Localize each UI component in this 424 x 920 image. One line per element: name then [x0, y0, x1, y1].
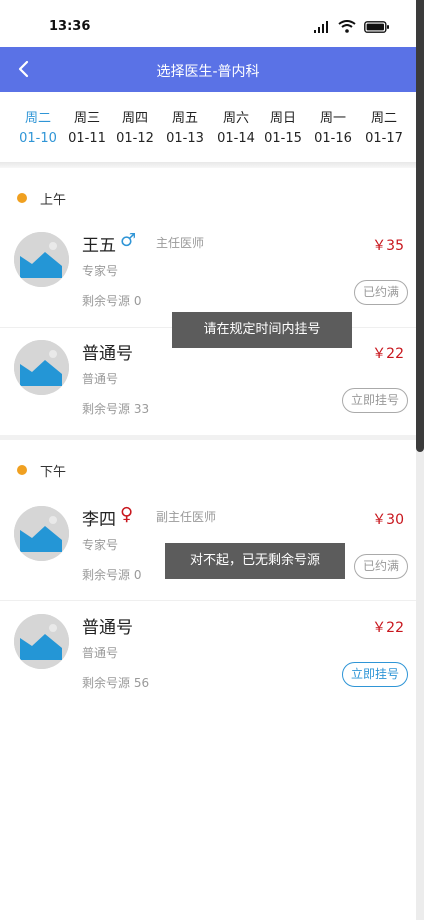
- signal-icon: [314, 20, 328, 33]
- register-button[interactable]: 立即挂号: [341, 662, 408, 687]
- price: ￥22: [372, 346, 404, 362]
- remaining-slots: 剩余号源 56: [82, 676, 150, 690]
- doctor-name: 王五: [82, 236, 116, 256]
- date-weekday: 周三: [73, 111, 100, 126]
- remaining-slots: 剩余号源 0: [82, 294, 142, 308]
- date-weekday: 周五: [171, 111, 198, 126]
- image-placeholder-icon: [14, 506, 69, 561]
- ticket-type: 专家号: [82, 538, 119, 552]
- nav-bar: 选择医生-普内科: [0, 47, 416, 92]
- date-weekday: 周四: [121, 111, 148, 126]
- status-icons: [314, 20, 390, 33]
- status-time: 13:36: [49, 19, 91, 34]
- date-weekday: 周二: [24, 111, 51, 126]
- date-tab[interactable]: 周二 01-10: [13, 110, 63, 148]
- female-icon: ♀: [120, 504, 134, 525]
- divider: [0, 600, 416, 601]
- date-day: 01-13: [166, 131, 204, 146]
- date-tab[interactable]: 周一 01-16: [308, 110, 358, 148]
- doctor-name: 李四: [82, 510, 116, 530]
- avatar: [14, 614, 69, 669]
- date-tab[interactable]: 周三 01-11: [62, 110, 112, 148]
- toast-message: 请在规定时间内挂号: [172, 312, 352, 348]
- wifi-icon: [338, 20, 356, 33]
- date-strip: 周二 01-10 周三 01-11 周四 01-12 周五 01-13 周六 0…: [0, 92, 416, 162]
- date-tab[interactable]: 周四 01-12: [110, 110, 160, 148]
- scroll-thumb[interactable]: [416, 0, 424, 452]
- ticket-type: 专家号: [82, 264, 119, 278]
- doctor-name: 普通号: [82, 344, 133, 364]
- date-day: 01-11: [68, 131, 106, 146]
- avatar: [14, 340, 69, 395]
- ticket-type: 普通号: [82, 372, 119, 386]
- date-weekday: 周一: [319, 111, 346, 126]
- image-placeholder-icon: [14, 614, 69, 669]
- date-tab[interactable]: 周日 01-15: [258, 110, 308, 148]
- battery-icon: [364, 20, 389, 33]
- register-button[interactable]: 立即挂号: [341, 388, 408, 413]
- doctor-card[interactable]: 普通号 ￥22 普通号 剩余号源 56 立即挂号: [0, 610, 416, 716]
- section-dot: [17, 193, 27, 203]
- section-header-morning: 上午: [0, 168, 416, 226]
- price: ￥22: [372, 620, 404, 636]
- toast-message: 对不起，已无剩余号源: [165, 543, 345, 579]
- date-day: 01-10: [19, 131, 57, 146]
- male-icon: ♂: [120, 230, 137, 251]
- date-day: 01-15: [264, 131, 302, 146]
- date-weekday: 周二: [370, 111, 397, 126]
- date-weekday: 周六: [222, 111, 249, 126]
- avatar: [14, 506, 69, 561]
- scrollbar[interactable]: [416, 0, 424, 920]
- image-placeholder-icon: [14, 340, 69, 395]
- remaining-slots: 剩余号源 0: [82, 568, 142, 582]
- ticket-type: 普通号: [82, 646, 119, 660]
- full-button[interactable]: 已约满: [353, 554, 408, 579]
- status-bar: 13:36: [0, 0, 416, 47]
- date-day: 01-17: [365, 131, 403, 146]
- page-title: 选择医生-普内科: [156, 64, 260, 80]
- date-day: 01-12: [116, 131, 154, 146]
- price: ￥30: [372, 512, 404, 528]
- section-label: 下午: [40, 465, 67, 480]
- date-tab[interactable]: 周六 01-14: [211, 110, 261, 148]
- image-placeholder-icon: [14, 232, 69, 287]
- date-day: 01-14: [217, 131, 255, 146]
- section-label: 上午: [40, 193, 67, 208]
- price: ￥35: [372, 238, 404, 254]
- doctor-card[interactable]: 普通号 ￥22 普通号 剩余号源 33 立即挂号: [0, 336, 416, 442]
- section-header-afternoon: 下午: [0, 440, 416, 498]
- full-button[interactable]: 已约满: [353, 280, 408, 305]
- date-tab[interactable]: 周二 01-17: [359, 110, 409, 148]
- date-day: 01-16: [314, 131, 352, 146]
- section-dot: [17, 465, 27, 475]
- doctor-name: 普通号: [82, 618, 133, 638]
- remaining-slots: 剩余号源 33: [82, 402, 150, 416]
- date-tab[interactable]: 周五 01-13: [160, 110, 210, 148]
- avatar: [14, 232, 69, 287]
- doctor-title: 副主任医师: [156, 510, 217, 524]
- date-weekday: 周日: [269, 111, 296, 126]
- doctor-title: 主任医师: [156, 236, 205, 250]
